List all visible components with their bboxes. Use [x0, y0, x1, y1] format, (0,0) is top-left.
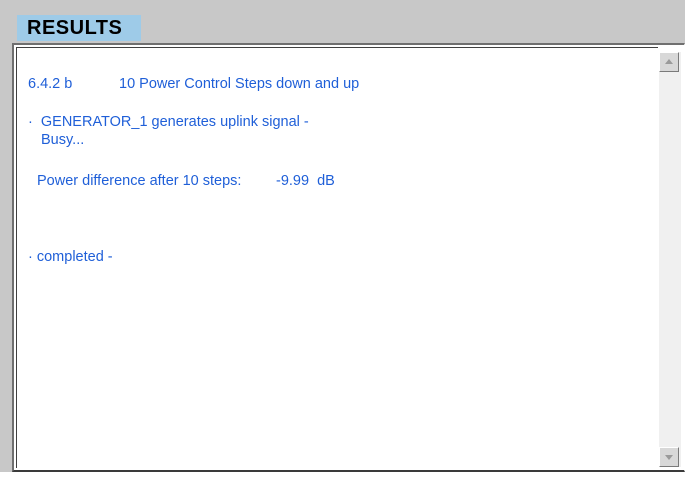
- power-difference-value: -9.99 dB: [276, 173, 335, 189]
- busy-status-line: Busy...: [41, 132, 85, 148]
- completed-status-line: · completed -: [28, 249, 113, 265]
- vertical-scrollbar[interactable]: [659, 52, 681, 467]
- scroll-up-arrow-icon: [665, 59, 673, 64]
- power-difference-label: Power difference after 10 steps:: [37, 173, 242, 189]
- results-text-area[interactable]: 6.4.2 b 10 Power Control Steps down and …: [12, 43, 685, 472]
- scroll-down-button[interactable]: [659, 447, 679, 467]
- test-name: 10 Power Control Steps down and up: [119, 76, 360, 92]
- test-id: 6.4.2 b: [28, 76, 73, 92]
- generator-status-line: · GENERATOR_1 generates uplink signal -: [28, 114, 309, 130]
- scroll-up-button[interactable]: [659, 52, 679, 72]
- bottom-margin: [0, 472, 685, 483]
- results-panel: RESULTS 6.4.2 b 10 Power Control Steps d…: [0, 0, 685, 472]
- results-header-title: RESULTS: [27, 17, 123, 39]
- results-header-tab: RESULTS: [17, 15, 141, 41]
- scroll-down-arrow-icon: [665, 455, 673, 460]
- results-content: 6.4.2 b 10 Power Control Steps down and …: [16, 47, 658, 468]
